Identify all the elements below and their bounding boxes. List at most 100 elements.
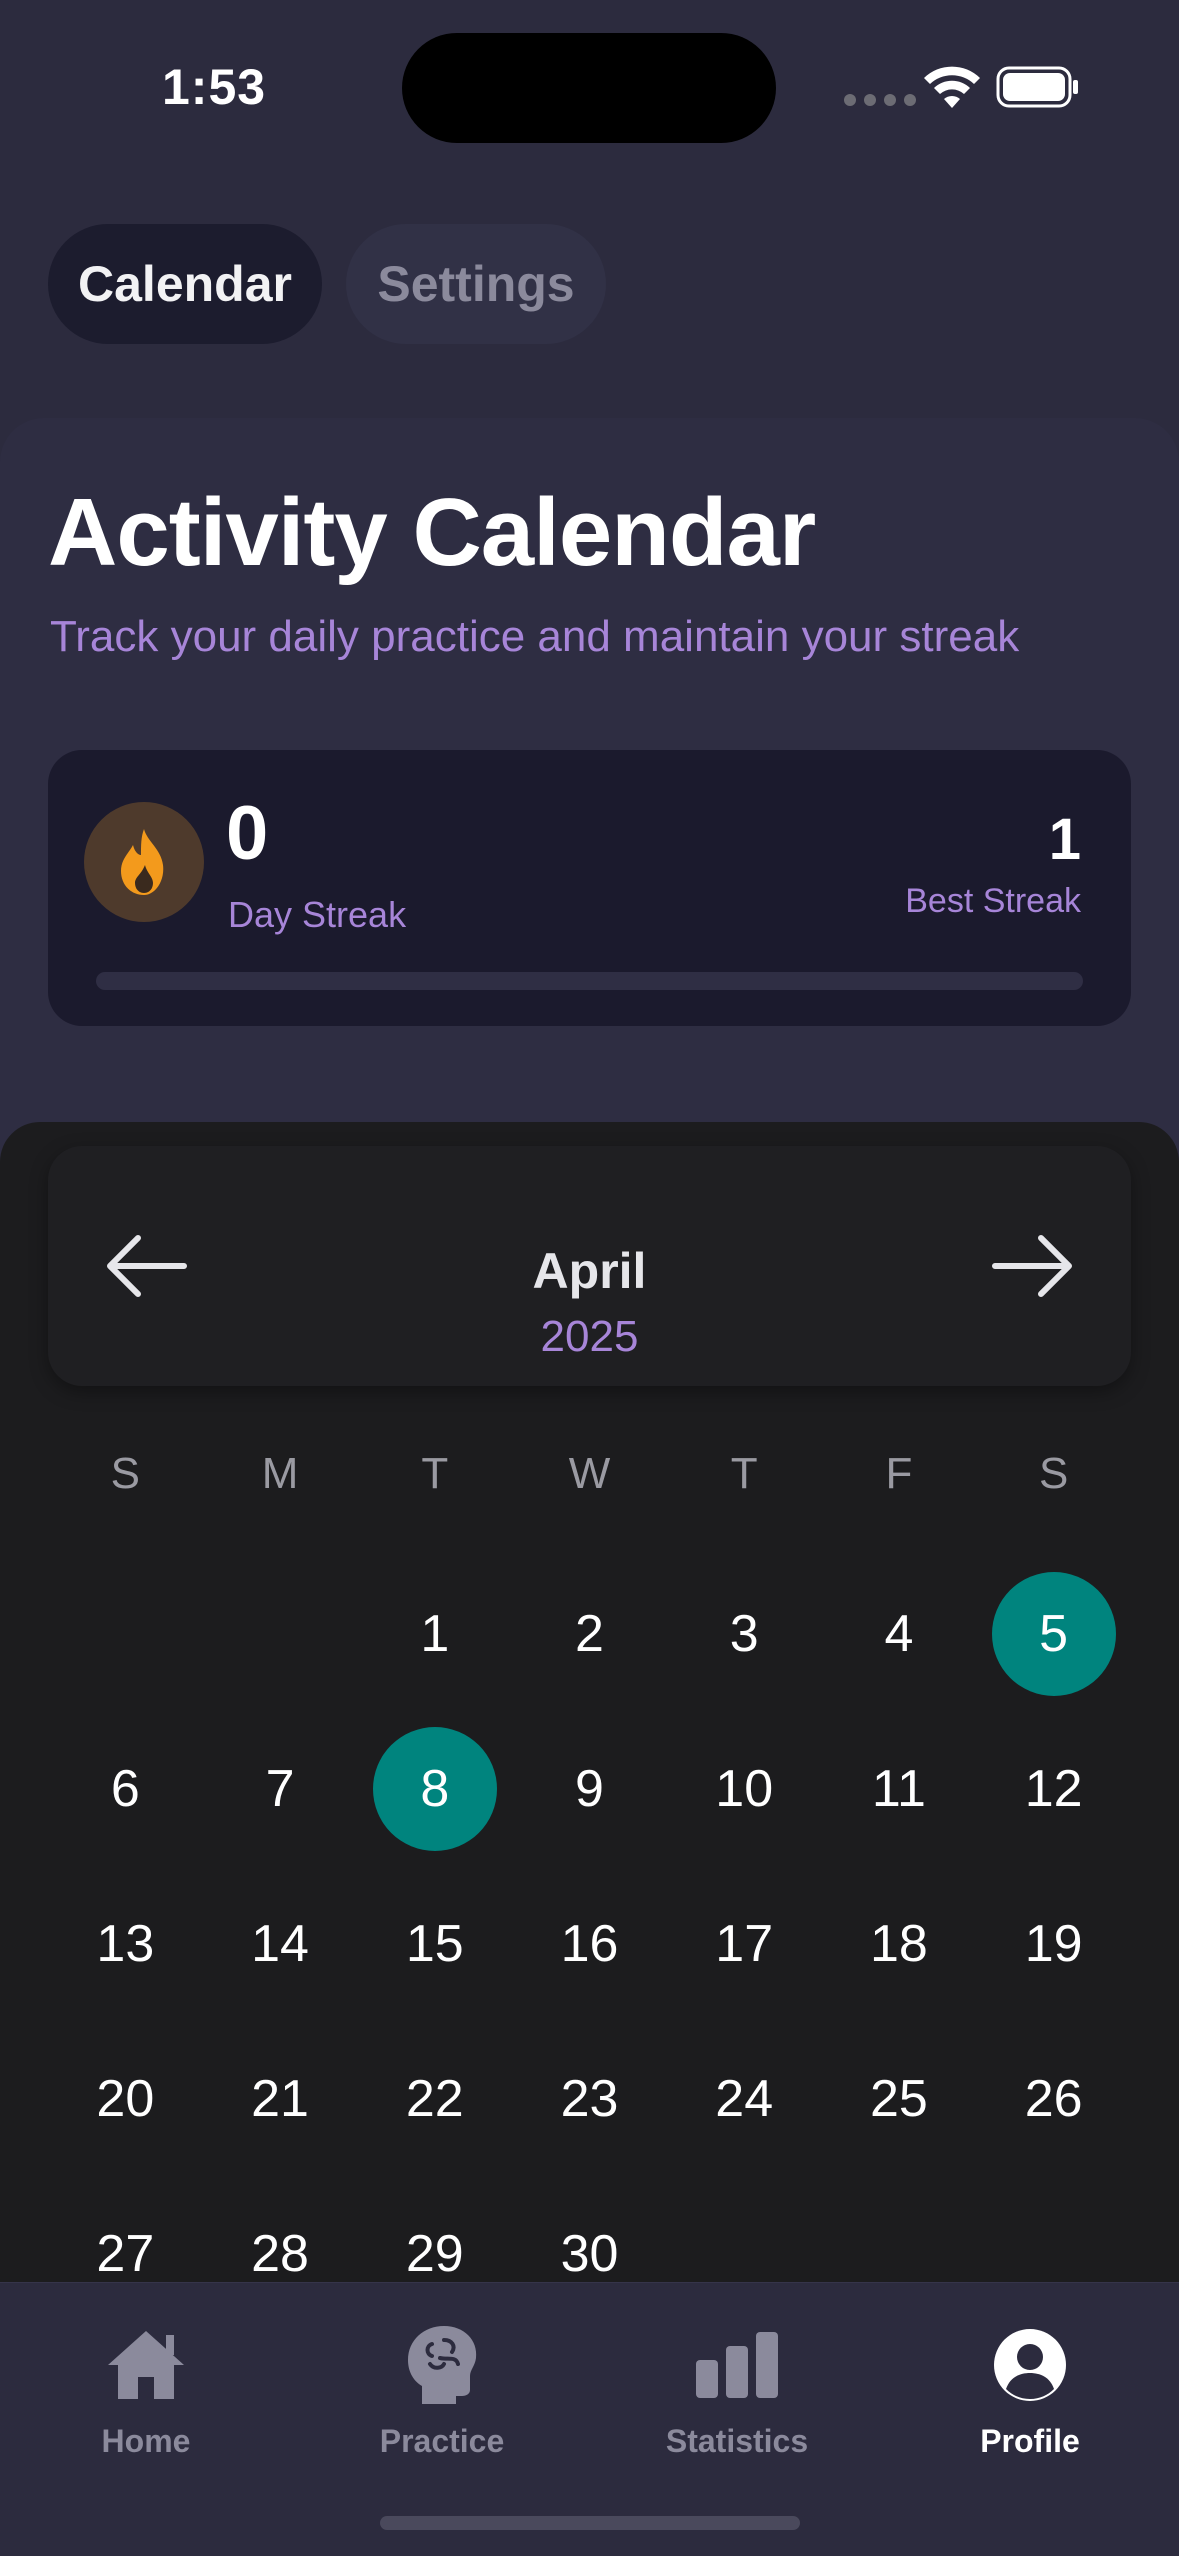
calendar-day-number: 18: [870, 1914, 928, 1973]
calendar-day-active[interactable]: 5: [976, 1556, 1131, 1711]
calendar-day-number: 26: [1024, 2069, 1083, 2128]
calendar-day[interactable]: 1: [357, 1556, 512, 1711]
nav-statistics-label: Statistics: [665, 2423, 809, 2459]
tab-settings[interactable]: Settings: [346, 224, 606, 344]
calendar-day-number: 2: [575, 1604, 604, 1663]
calendar-day-active[interactable]: 8: [357, 1711, 512, 1866]
calendar-day-number: 27: [96, 2224, 155, 2283]
streak-card: 0 Day Streak 1 Best Streak: [48, 750, 1131, 1026]
calendar-day-number: 3: [729, 1604, 759, 1663]
profile-icon: [985, 2323, 1075, 2407]
current-streak-label: Day Streak: [228, 894, 407, 935]
calendar-day[interactable]: 13: [48, 1866, 203, 2021]
calendar-day[interactable]: 7: [203, 1711, 358, 1866]
calendar-day-number: 22: [405, 2069, 464, 2128]
nav-home[interactable]: Home: [36, 2323, 256, 2473]
calendar-day[interactable]: 2: [512, 1556, 667, 1711]
calendar-day-number: 8: [372, 1726, 497, 1851]
nav-practice-label: Practice: [379, 2423, 505, 2459]
calendar-day[interactable]: 17: [667, 1866, 822, 2021]
cellular-signal-icon: [844, 94, 916, 106]
calendar-day-number: 21: [251, 2069, 309, 2128]
calendar-day-number: 23: [560, 2069, 619, 2128]
weekday-label: T: [730, 1449, 758, 1498]
calendar-day[interactable]: 6: [48, 1711, 203, 1866]
bottom-tab-bar: Home Practice Statistics Profile: [0, 2282, 1179, 2556]
calendar-day-number: 15: [405, 1914, 464, 1973]
calendar-day-number: 28: [251, 2224, 309, 2283]
brain-icon: [397, 2323, 487, 2407]
calendar-day-number: 6: [110, 1759, 140, 1818]
calendar-day[interactable]: 21: [203, 2021, 358, 2176]
calendar-day[interactable]: 22: [357, 2021, 512, 2176]
calendar-day[interactable]: 18: [822, 1866, 977, 2021]
page-title: Activity Calendar: [48, 479, 816, 586]
calendar-day[interactable]: 3: [667, 1556, 822, 1711]
nav-statistics[interactable]: Statistics: [627, 2323, 847, 2473]
calendar-day[interactable]: 11: [822, 1711, 977, 1866]
home-indicator: [380, 2516, 800, 2530]
calendar-day[interactable]: 9: [512, 1711, 667, 1866]
calendar-day[interactable]: 10: [667, 1711, 822, 1866]
weekday-label: S: [110, 1449, 141, 1498]
month-header: April 2025: [48, 1146, 1131, 1386]
segmented-tabs: Calendar Settings: [48, 224, 606, 344]
home-icon: [101, 2323, 191, 2407]
calendar-day-number: 5: [991, 1571, 1116, 1696]
calendar-day[interactable]: 20: [48, 2021, 203, 2176]
calendar-day[interactable]: 12: [976, 1711, 1131, 1866]
calendar-day-number: 19: [1024, 1914, 1083, 1973]
month-year: 2025: [540, 1312, 639, 1361]
calendar-day-number: 13: [96, 1914, 155, 1973]
weekday-label: M: [261, 1449, 299, 1498]
status-bar: 1:53: [0, 0, 1179, 170]
calendar-day-number: 11: [871, 1759, 926, 1818]
best-streak-label: Best Streak: [905, 882, 1081, 920]
calendar-day-number: 10: [715, 1759, 774, 1818]
weekday-label: F: [885, 1449, 913, 1498]
calendar-empty-cell: [48, 1556, 203, 1711]
calendar-day[interactable]: 16: [512, 1866, 667, 2021]
calendar-empty-cell: [203, 1556, 358, 1711]
nav-practice[interactable]: Practice: [332, 2323, 552, 2473]
weekday-label: S: [1038, 1449, 1069, 1498]
calendar-day-grid: 1 2 3 4 5 6 7 8 9 10 11 12 13 14 15 16 17 18 19 20 21 22 23 24 2…: [48, 1556, 1131, 2331]
calendar-day[interactable]: 19: [976, 1866, 1131, 2021]
calendar-day-number: 25: [870, 2069, 928, 2128]
best-streak-value: 1: [1048, 807, 1081, 872]
battery-icon: [996, 66, 1078, 108]
nav-profile[interactable]: Profile: [920, 2323, 1140, 2473]
nav-profile-label: Profile: [980, 2423, 1080, 2459]
calendar-day[interactable]: 14: [203, 1866, 358, 2021]
calendar-day-number: 29: [405, 2224, 464, 2283]
calendar-day-number: 14: [251, 1914, 309, 1973]
calendar-day[interactable]: 24: [667, 2021, 822, 2176]
calendar-day-number: 24: [715, 2069, 774, 2128]
nav-home-label: Home: [101, 2423, 191, 2459]
next-month-button[interactable]: [983, 1216, 1083, 1316]
status-time: 1:53: [162, 59, 267, 115]
arrow-right-icon: [992, 1235, 1072, 1297]
weekday-label: W: [568, 1449, 611, 1498]
month-name: April: [532, 1243, 647, 1299]
calendar-day[interactable]: 26: [976, 2021, 1131, 2176]
calendar-day-number: 30: [560, 2224, 619, 2283]
calendar-day-number: 17: [715, 1914, 774, 1973]
calendar-day-number: 12: [1024, 1759, 1083, 1818]
streak-progress-bar: [96, 972, 1083, 990]
weekday-header: S M T W T F S: [48, 1434, 1131, 1514]
current-streak-value: 0: [226, 791, 269, 876]
calendar-day-number: 16: [560, 1914, 619, 1973]
weekday-label: T: [421, 1449, 449, 1498]
flame-icon: [84, 802, 204, 922]
calendar-day[interactable]: 23: [512, 2021, 667, 2176]
calendar-day[interactable]: 4: [822, 1556, 977, 1711]
calendar-day[interactable]: 15: [357, 1866, 512, 2021]
tab-calendar[interactable]: Calendar: [48, 224, 322, 344]
bar-chart-icon: [692, 2323, 782, 2407]
calendar-day-number: 20: [96, 2069, 155, 2128]
calendar-day-number: 9: [575, 1759, 604, 1818]
calendar-day[interactable]: 25: [822, 2021, 977, 2176]
calendar-day-number: 1: [420, 1604, 450, 1663]
calendar-day-number: 7: [265, 1759, 295, 1818]
